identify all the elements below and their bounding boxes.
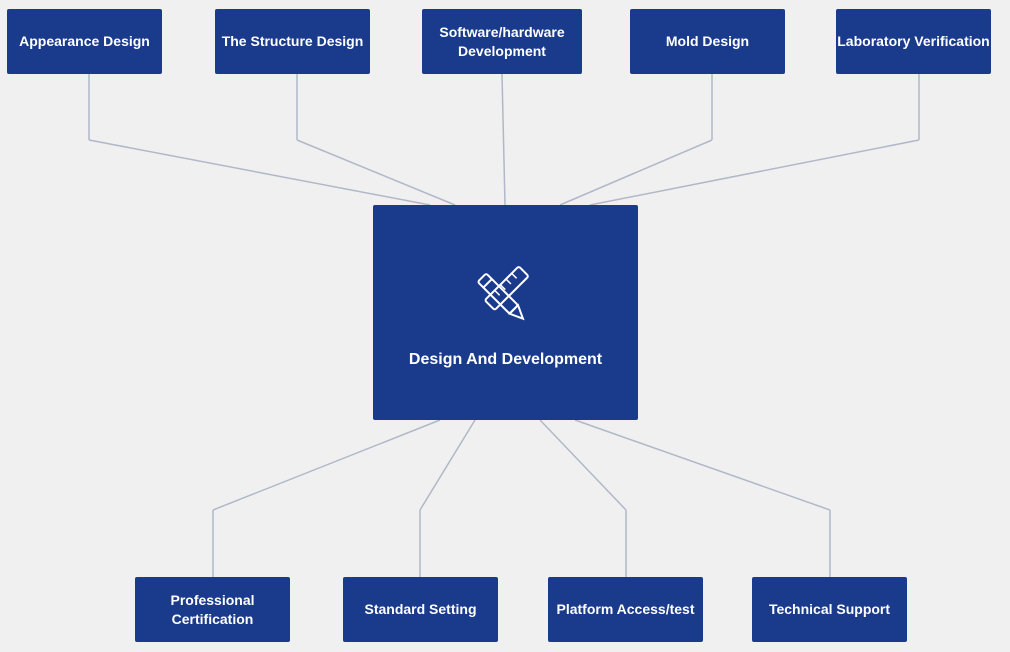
platform-access-node: Platform Access/test xyxy=(548,577,703,642)
mold-design-node: Mold Design xyxy=(630,9,785,74)
design-icon xyxy=(466,256,546,336)
laboratory-verification-node: Laboratory Verification xyxy=(836,9,991,74)
technical-support-node: Technical Support xyxy=(752,577,907,642)
center-node: Design And Development xyxy=(373,205,638,420)
standard-setting-node: Standard Setting xyxy=(343,577,498,642)
center-label: Design And Development xyxy=(409,351,602,369)
professional-certification-node: Professional Certification xyxy=(135,577,290,642)
software-hardware-node: Software/hardware Development xyxy=(422,9,582,74)
appearance-design-node: Appearance Design xyxy=(7,9,162,74)
structure-design-node: The Structure Design xyxy=(215,9,370,74)
